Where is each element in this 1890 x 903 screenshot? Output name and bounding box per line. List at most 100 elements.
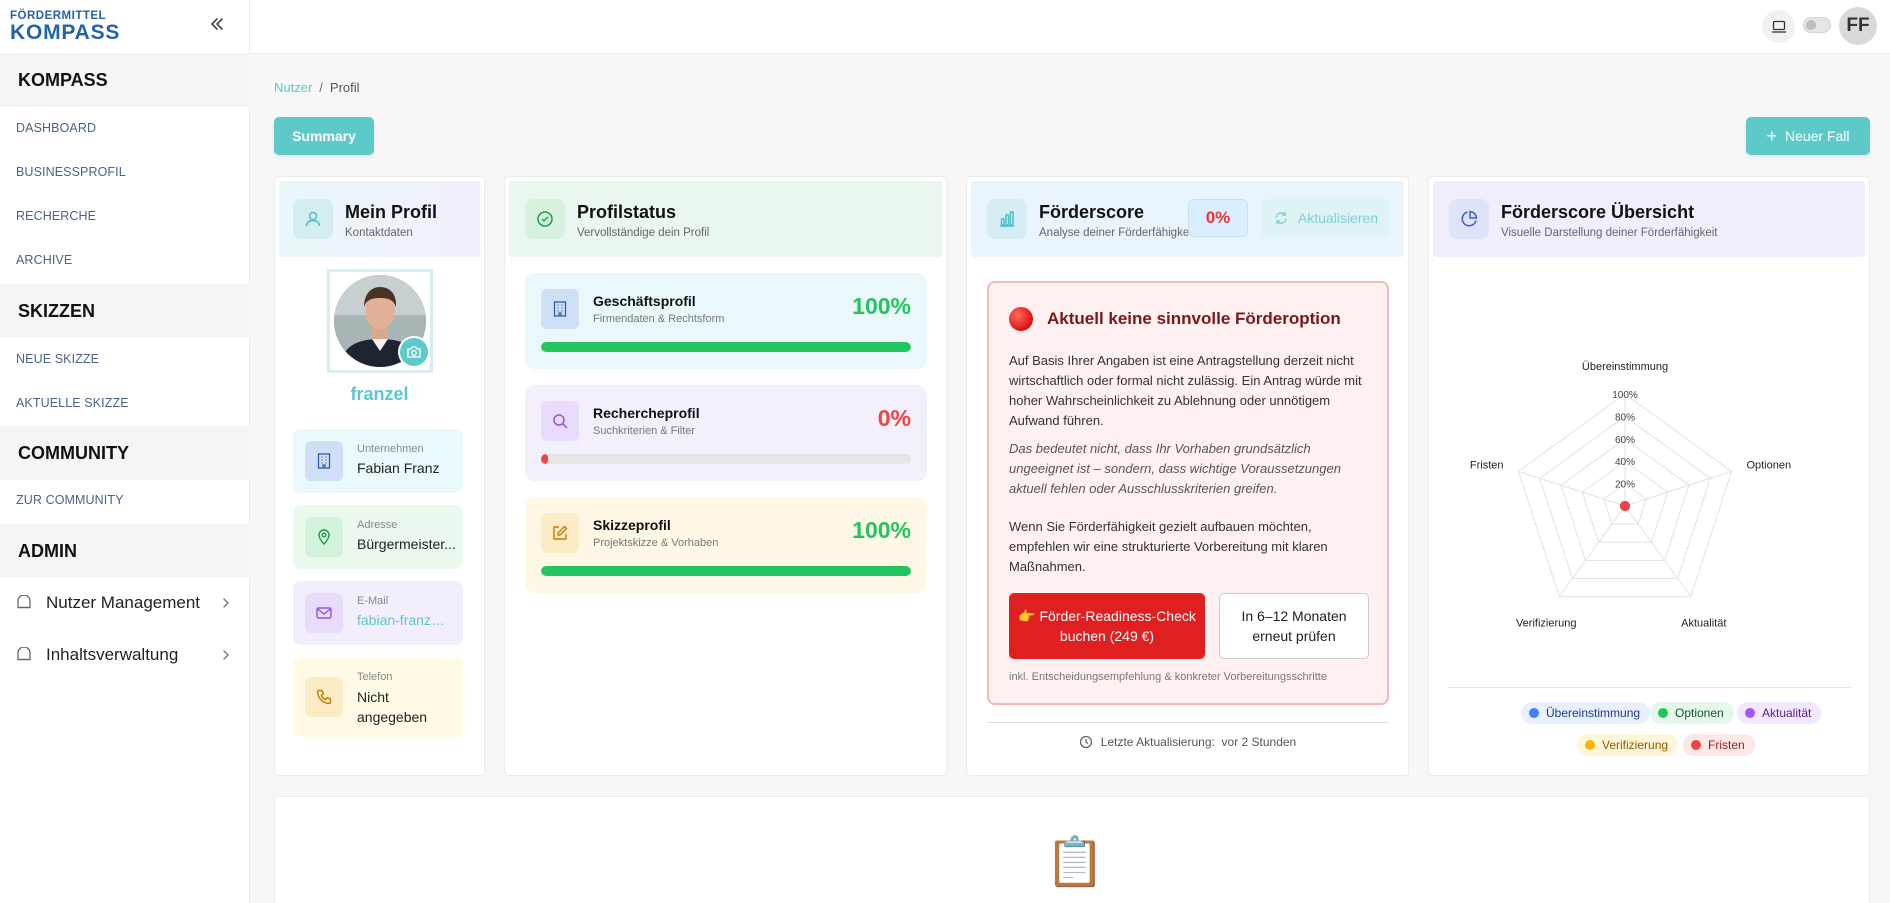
nav-dashboard[interactable]: DASHBOARD [16,121,96,135]
radar-axis-label: Fristen [1470,460,1504,472]
status-card-header: Profilstatus Vervollständige dein Profil [509,181,942,257]
breadcrumb-link-nutzer[interactable]: Nutzer [274,80,312,95]
pie-chart-icon [1449,199,1489,239]
progress-fill [541,566,911,576]
card-title: Mein Profil [345,202,438,222]
legend-dot [1745,708,1755,718]
field-value: Fabian Franz [357,460,440,476]
legend-item[interactable]: Fristen [1683,734,1755,756]
nav-nutzer-management[interactable]: Nutzer Management [16,588,232,618]
legend-item[interactable]: Verifizierung [1577,734,1679,756]
item-subtitle: Firmendaten & Rechtsform [593,313,725,325]
building-icon [305,441,343,481]
refresh-icon [1275,211,1287,225]
username: franzel [350,384,409,404]
red-circle-icon [1009,307,1033,331]
card-subtitle: Vervollständige dein Profil [577,227,710,239]
toggle-knob [1806,20,1816,30]
phone-field: Telefon Nicht angegeben [293,657,463,737]
section-community: COMMUNITY [0,426,250,480]
plus-icon: + [1766,126,1777,146]
last-update: Letzte Aktualisierung: vor 2 Stunden [987,722,1388,749]
refresh-button[interactable]: Aktualisieren [1261,199,1391,237]
card-title: Förderscore Übersicht [1501,202,1695,222]
check-circle-icon [525,199,565,239]
nav-label: Nutzer Management [46,593,201,612]
legend-item[interactable]: Aktualität [1737,702,1822,724]
email-field: E-Mail fabian-franz@f... [293,581,463,645]
book-readiness-check-button[interactable]: 👉 Förder-Readiness-Check buchen (249 €) [1009,593,1205,659]
nav-archive[interactable]: ARCHIVE [16,253,72,267]
section-skizzen: SKIZZEN [0,284,250,338]
nav-zur-community[interactable]: ZUR COMMUNITY [16,493,124,507]
item-subtitle: Projektskizze & Vorhaben [593,537,719,549]
collapse-sidebar-icon[interactable] [207,14,227,34]
last-update-label: Letzte Aktualisierung: [1100,735,1215,749]
status-item-geschaeftsprofil[interactable]: Geschäftsprofil Firmendaten & Rechtsform… [525,273,927,369]
email-link[interactable]: fabian-franz@f... [357,612,457,628]
nav-aktuelle-skizze[interactable]: AKTUELLE SKIZZE [16,396,129,410]
card-title: Förderscore [1039,202,1145,222]
company-field: Unternehmen Fabian Franz [293,429,463,493]
nav-inhaltsverwaltung[interactable]: Inhaltsverwaltung [16,640,232,670]
recheck-later-button[interactable]: In 6–12 Monaten erneut prüfen [1219,593,1369,659]
sidebar: FÖRDERMITTEL KOMPASS KOMPASS DASHBOARD B… [0,0,250,903]
nav-neue-skizze[interactable]: NEUE SKIZZE [16,352,99,366]
status-item-rechercheprofil[interactable]: Rechercheprofil Suchkriterien & Filter 0… [525,385,927,481]
chart-legend: Übereinstimmung Optionen Aktualität Verifiz… [1447,687,1851,756]
laptop-icon [1771,20,1786,33]
refresh-label: Aktualisieren [1297,210,1379,226]
legend-label: Verifizierung [1602,738,1669,752]
legend-item[interactable]: Optionen [1650,702,1734,724]
mail-icon [305,593,343,633]
breadcrumb-current: Profil [329,80,360,95]
new-case-button[interactable]: + Neuer Fall [1746,117,1870,155]
radar-spoke [1518,470,1626,507]
legend-dot [1658,708,1668,718]
overview-card-header: Förderscore Übersicht Visuelle Darstellu… [1433,181,1865,257]
bar-chart-icon [987,199,1027,239]
summary-button[interactable]: Summary [274,117,374,155]
legend-label: Übereinstimmung [1546,706,1641,720]
search-icon [541,401,579,441]
section-kompass: KOMPASS [0,53,250,107]
app-logo[interactable]: FÖRDERMITTEL KOMPASS [10,10,121,44]
section-title: SKIZZEN [18,301,96,321]
item-title: Rechercheprofil [593,405,700,421]
radar-spoke [1558,505,1626,597]
breadcrumb-separator: / [319,80,323,95]
field-label: E-Mail [357,595,389,607]
status-item-skizzeprofil[interactable]: Skizzeprofil Projektskizze & Vorhaben 10… [525,497,927,593]
profile-status-card: Profilstatus Vervollständige dein Profil… [504,176,947,776]
legend-item[interactable]: Übereinstimmung [1521,702,1651,724]
item-subtitle: Suchkriterien & Filter [593,425,696,437]
theme-toggle[interactable] [1803,17,1831,33]
legend-dot [1585,740,1595,750]
progress-fill [541,454,548,464]
cases-card: 📋 [274,796,1870,903]
no-option-alert: Aktuell keine sinnvolle Förderoption Auf… [987,281,1389,705]
item-percent: 100% [852,517,911,543]
radar-axis-label: Optionen [1746,460,1791,472]
map-pin-icon [305,517,343,557]
section-title: COMMUNITY [18,443,129,463]
logo-line2: KOMPASS [10,21,121,44]
radar-tick-label: 40% [1615,457,1635,468]
nav-businessprofil[interactable]: BUSINESSPROFIL [16,165,126,179]
phone-icon [305,677,343,717]
radar-tick-label: 20% [1615,480,1635,491]
device-view-button[interactable] [1762,10,1795,43]
camera-icon[interactable] [398,336,430,368]
section-admin: ADMIN [0,524,250,578]
card-subtitle: Analyse deiner Förderfähigkeit [1039,227,1195,239]
nav-recherche[interactable]: RECHERCHE [16,209,96,223]
radar-chart: 20% 40% 60% 80% 100% Übereinstimmung Optionen A… [1470,361,1791,629]
alert-footnote: inkl. Entscheidungsempfehlung & konkrete… [1009,671,1327,683]
radar-spoke [1624,505,1692,597]
progress-bar [541,454,911,464]
address-field: Adresse Bürgermeister... [293,505,463,569]
avatar-frame [327,269,433,373]
user-avatar[interactable]: FF [1839,7,1877,45]
field-label: Unternehmen [357,443,424,455]
radar-data-point [1620,501,1630,511]
